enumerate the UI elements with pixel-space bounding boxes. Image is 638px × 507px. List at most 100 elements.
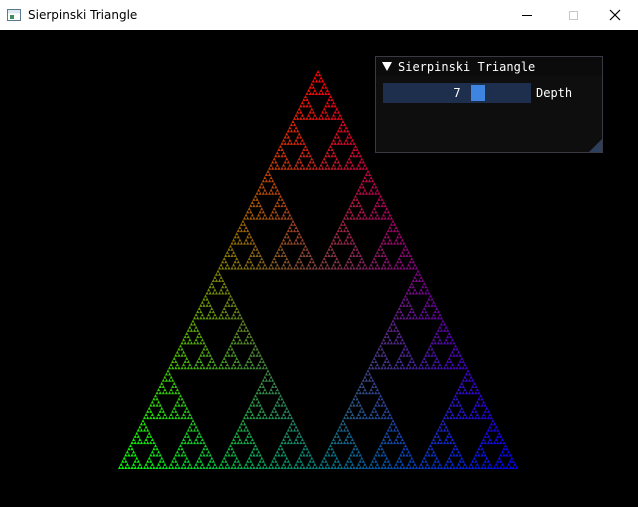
fractal-triangle [285,257,289,261]
fractal-triangle [289,216,293,220]
fractal-triangle [336,141,340,145]
fractal-triangle [202,303,206,307]
fractal-triangle [402,465,406,469]
fractal-triangle [433,316,437,320]
fractal-triangle [357,462,361,466]
fractal-triangle [358,191,362,195]
fractal-triangle [385,406,389,410]
fractal-triangle [399,266,403,270]
fractal-triangle [274,216,278,220]
fractal-triangle [461,359,465,364]
close-button[interactable] [592,0,638,30]
fractal-triangle [268,172,272,176]
fractal-triangle [186,440,190,445]
fractal-triangle [333,160,337,164]
fractal-triangle [194,313,198,317]
fractal-triangle [275,263,279,267]
fractal-triangle [311,116,315,120]
resize-grip[interactable] [589,139,602,152]
fractal-triangle [449,434,453,438]
fractal-triangle [257,188,261,192]
fractal-triangle [236,228,240,233]
fractal-triangle [403,294,408,298]
fractal-triangle [424,303,428,307]
fractal-triangle [474,416,478,420]
settings-panel[interactable]: Sierpinski Triangle 7 Depth [375,56,603,153]
fractal-triangle [246,409,250,413]
fractal-triangle [386,266,390,270]
fractal-triangle [360,456,364,460]
fractal-triangle [268,179,272,183]
fractal-triangle [333,154,337,158]
maximize-button[interactable] [550,0,596,30]
depth-slider[interactable]: 7 [383,83,531,103]
fractal-triangle [222,257,226,261]
fractal-triangle [141,419,145,423]
fractal-triangle [330,104,334,108]
fractal-triangle [246,235,250,239]
fractal-triangle [308,253,312,258]
fractal-triangle [364,166,368,170]
fractal-triangle [294,113,298,117]
fractal-triangle [324,266,328,270]
fractal-triangle [349,253,353,258]
render-canvas[interactable]: Sierpinski Triangle 7 Depth [0,30,638,507]
minimize-button[interactable] [504,0,550,30]
fractal-triangle [343,440,347,445]
fractal-triangle [399,235,403,239]
fractal-triangle [380,403,384,407]
fractal-triangle [332,163,336,167]
fractal-triangle [296,160,300,164]
triangle-down-icon[interactable] [382,62,392,71]
fractal-triangle [430,465,434,469]
fractal-triangle [468,378,472,382]
fractal-triangle [246,216,250,220]
fractal-triangle [138,425,142,429]
fractal-triangle [313,263,317,267]
fractal-triangle [468,465,472,469]
fractal-triangle [143,428,147,432]
fractal-triangle [296,116,300,120]
fractal-triangle [263,412,267,417]
fractal-triangle [314,73,318,77]
fractal-triangle [377,353,381,357]
panel-header[interactable]: Sierpinski Triangle [376,57,602,76]
fractal-triangle [474,391,478,395]
fractal-triangle [286,166,290,170]
fractal-triangle [352,216,356,220]
fractal-triangle [177,366,181,370]
fractal-triangle [368,391,372,395]
fractal-triangle [397,232,401,236]
fractal-triangle [257,263,261,267]
fractal-triangle [385,456,389,460]
fractal-triangle [136,440,140,445]
fractal-triangle [194,338,198,342]
fractal-triangle [221,278,225,282]
fractal-triangle [200,350,204,354]
fractal-triangle [410,306,414,311]
fractal-triangle [213,363,217,367]
fractal-triangle [118,465,122,469]
fractal-triangle [327,166,331,170]
fractal-triangle [243,422,247,426]
fractal-triangle [424,310,428,314]
fractal-triangle [239,341,243,345]
fractal-triangle [224,359,228,364]
fractal-triangle [286,241,290,245]
title-bar[interactable]: Sierpinski Triangle [0,0,638,30]
fractal-triangle [255,391,259,395]
fractal-triangle [302,453,306,457]
fractal-triangle [199,359,203,364]
fractal-triangle [438,325,442,329]
fractal-triangle [363,188,367,192]
fractal-triangle [289,266,293,270]
fractal-triangle [369,175,373,180]
fractal-triangle [336,241,340,245]
fractal-triangle [189,416,193,420]
fractal-triangle [363,387,367,392]
fractal-triangle [480,447,484,451]
fractal-triangle [199,453,203,457]
fractal-triangle [424,459,428,463]
fractal-triangle [375,363,379,367]
fractal-triangle [246,440,250,445]
